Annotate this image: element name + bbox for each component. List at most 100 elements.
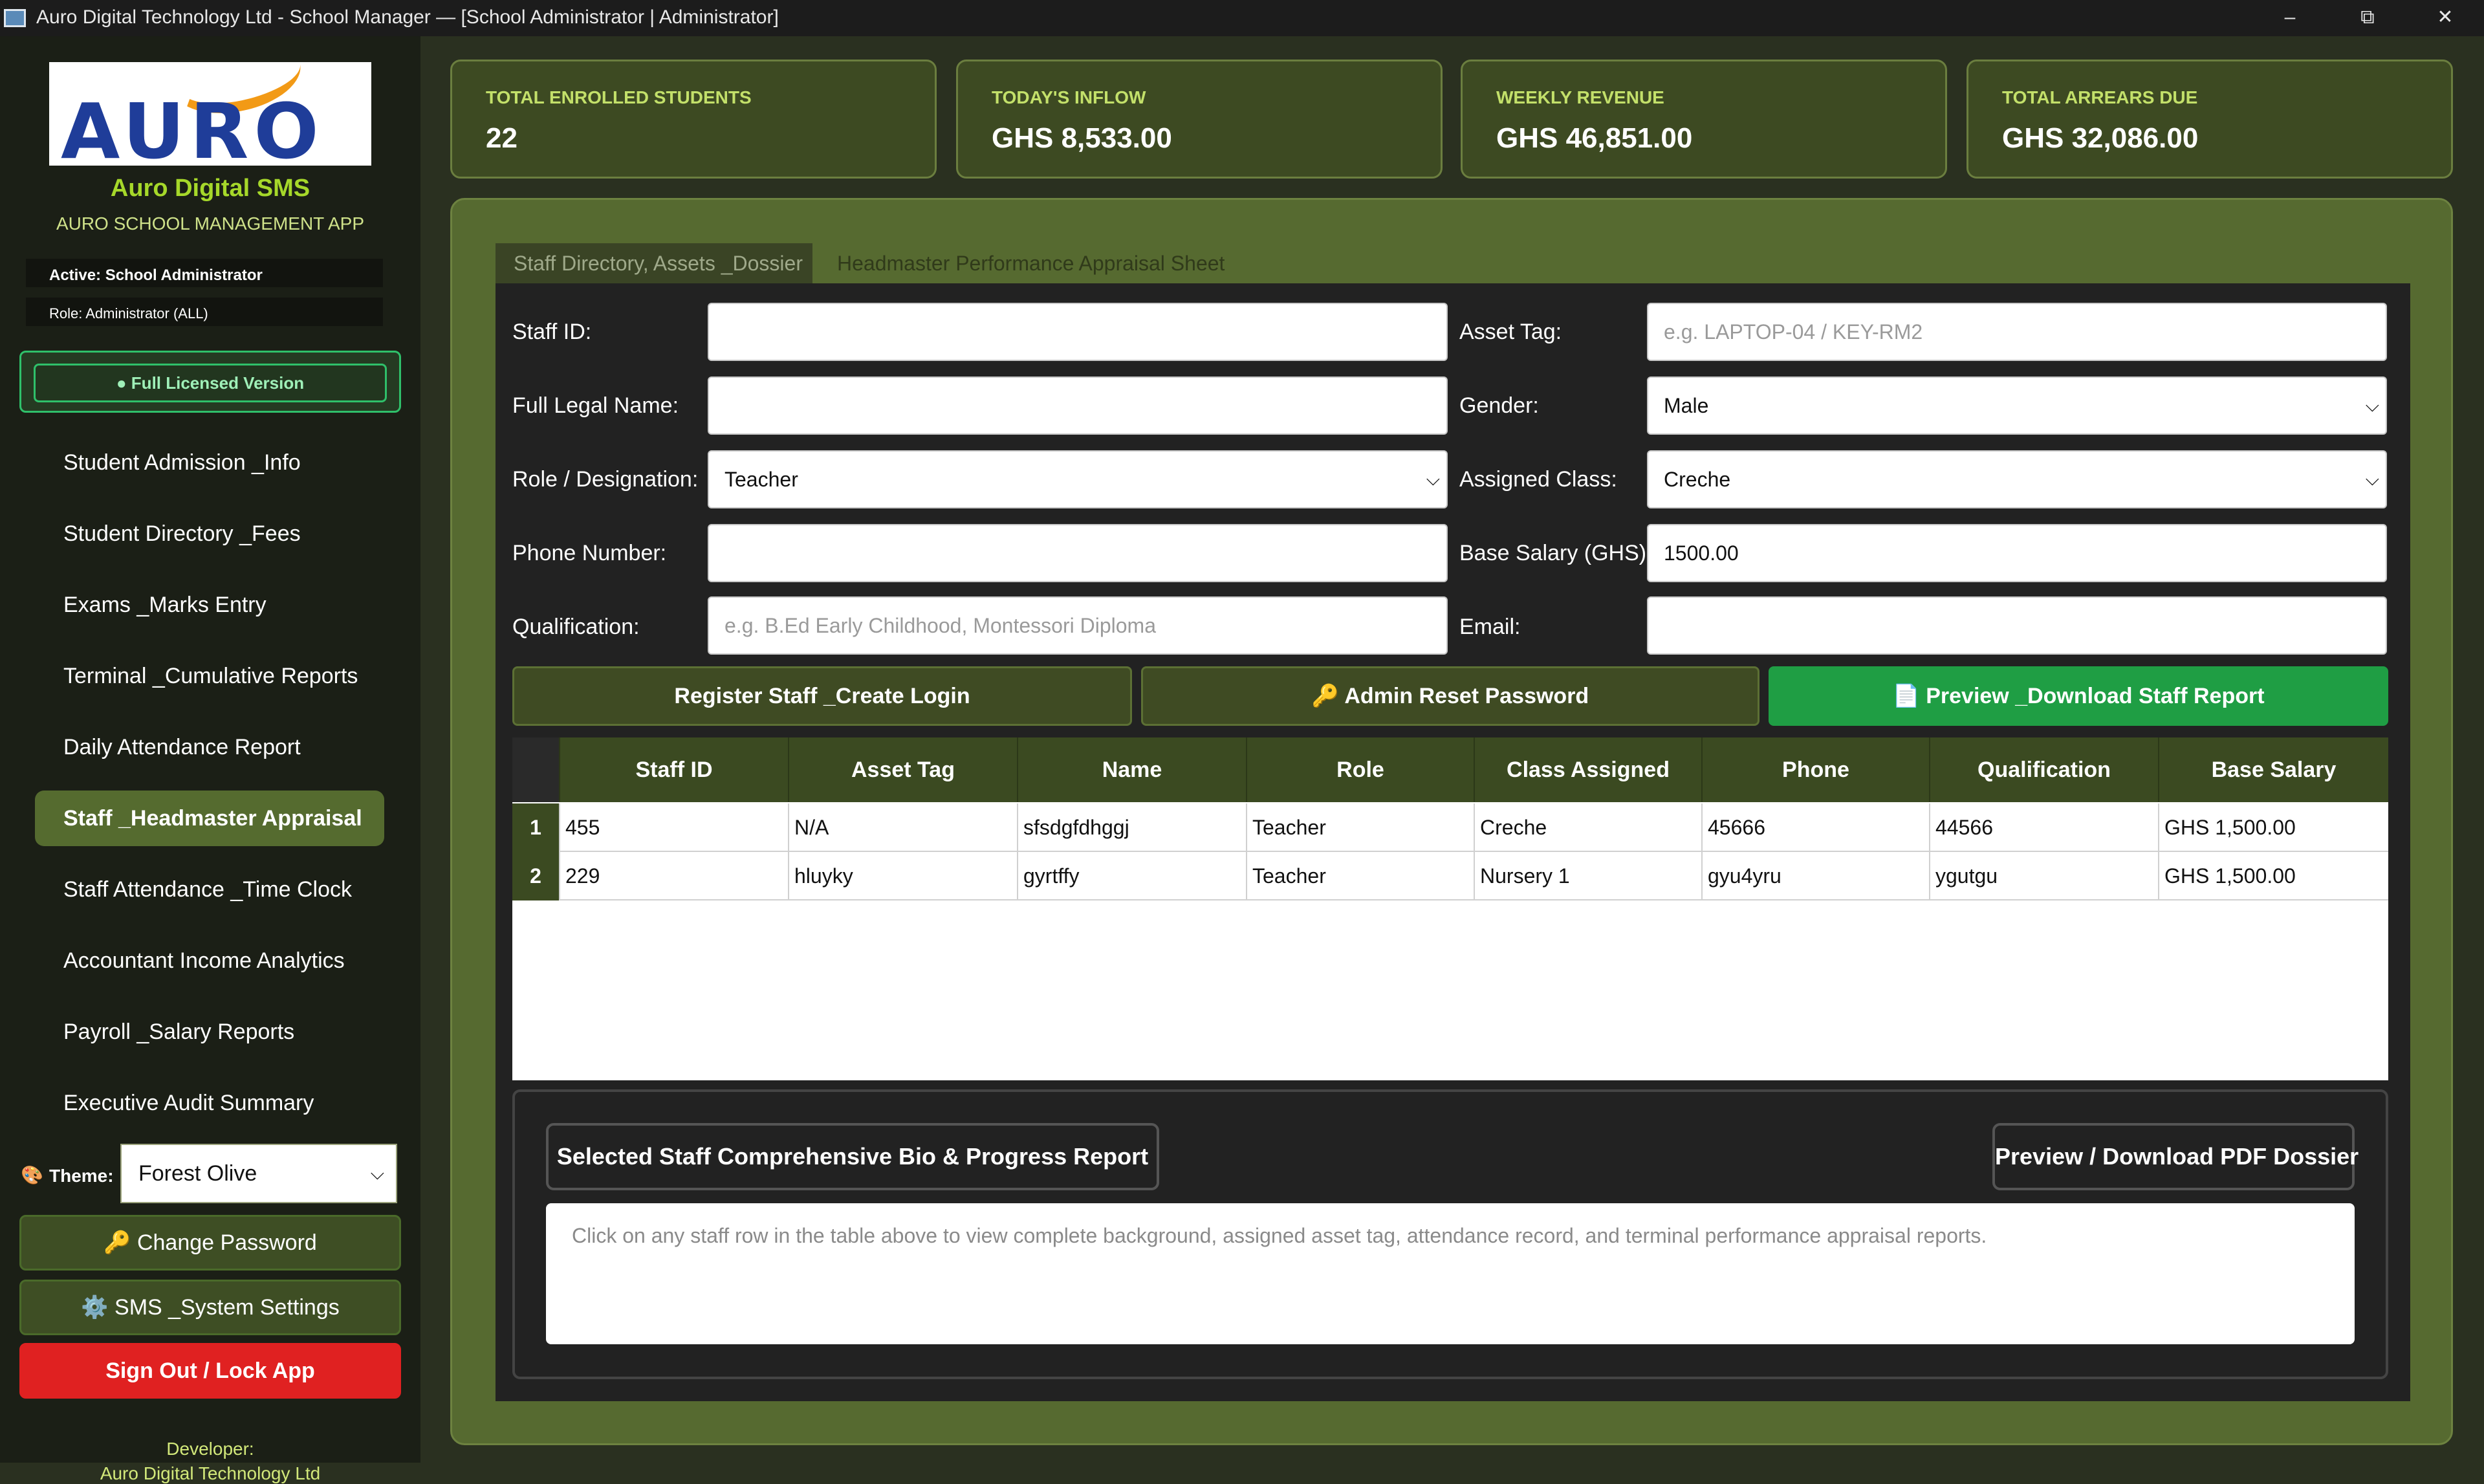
tab-staff-directory[interactable]: Staff Directory, Assets _Dossier [496, 243, 812, 283]
tab-headmaster-appraisal[interactable]: Headmaster Performance Appraisal Sheet [819, 243, 1238, 283]
phone-input[interactable] [708, 524, 1448, 582]
row-number[interactable]: 2 [512, 852, 559, 900]
sidebar-item-audit-summary[interactable]: Executive Audit Summary [35, 1075, 384, 1131]
asset-tag-input[interactable]: e.g. LAPTOP-04 / KEY-RM2 [1647, 303, 2387, 361]
row-number[interactable]: 1 [512, 803, 559, 852]
table-cell[interactable]: Nursery 1 [1474, 852, 1701, 900]
full-name-label: Full Legal Name: [512, 393, 679, 418]
stat-card-weekly-revenue: WEEKLY REVENUE GHS 46,851.00 [1461, 60, 1947, 179]
table-cell[interactable]: Creche [1474, 803, 1701, 852]
sidebar-item-daily-attendance[interactable]: Daily Attendance Report [35, 719, 384, 775]
stat-label: TOTAL ARREARS DUE [2002, 87, 2198, 107]
table-cell[interactable]: hluyky [788, 852, 1017, 900]
active-user-label: Active: School Administrator [26, 259, 383, 287]
stat-value: GHS 8,533.00 [992, 122, 1172, 154]
column-header-phone[interactable]: Phone [1701, 737, 1929, 802]
sidebar-item-student-admission[interactable]: Student Admission _Info [35, 435, 384, 490]
bio-report-text[interactable]: Click on any staff row in the table abov… [546, 1203, 2355, 1344]
close-icon[interactable]: ✕ [2415, 0, 2475, 36]
column-header-staff-id[interactable]: Staff ID [559, 737, 788, 802]
email-input[interactable] [1647, 596, 2387, 655]
stat-label: WEEKLY REVENUE [1496, 87, 1664, 107]
stat-card-arrears: TOTAL ARREARS DUE GHS 32,086.00 [1966, 60, 2453, 179]
staff-id-label: Staff ID: [512, 320, 592, 344]
column-header-class-assigned[interactable]: Class Assigned [1474, 737, 1701, 802]
chevron-down-icon: ⌵ [2365, 469, 2379, 489]
table-cell[interactable]: Teacher [1246, 803, 1474, 852]
staff-id-input[interactable] [708, 303, 1448, 361]
license-badge: ● Full Licensed Version [34, 364, 387, 402]
qualification-label: Qualification: [512, 615, 640, 639]
stat-value: 22 [486, 122, 518, 154]
column-header-role[interactable]: Role [1246, 737, 1474, 802]
stat-value: GHS 32,086.00 [2002, 122, 2199, 154]
sidebar-item-terminal-reports[interactable]: Terminal _Cumulative Reports [35, 648, 384, 704]
table-corner [512, 737, 559, 802]
palette-icon: 🎨 [21, 1165, 43, 1185]
phone-label: Phone Number: [512, 541, 667, 565]
theme-select-value: Forest Olive [138, 1161, 257, 1186]
column-header-name[interactable]: Name [1017, 737, 1246, 802]
system-settings-button[interactable]: ⚙️ SMS _System Settings [19, 1280, 401, 1335]
theme-select[interactable]: Forest Olive ⌵ [120, 1144, 397, 1203]
minimize-icon[interactable]: – [2260, 0, 2320, 36]
sidebar-item-payroll[interactable]: Payroll _Salary Reports [35, 1004, 384, 1060]
sidebar-item-exams[interactable]: Exams _Marks Entry [35, 577, 384, 633]
register-staff-button[interactable]: Register Staff _Create Login [512, 666, 1132, 726]
role-select[interactable]: Teacher ⌵ [708, 450, 1448, 508]
maximize-icon[interactable]: ⧉ [2338, 0, 2397, 36]
auro-logo: AURO [49, 62, 371, 166]
email-label: Email: [1459, 615, 1521, 639]
column-header-qualification[interactable]: Qualification [1929, 737, 2158, 802]
stat-card-enrolled: TOTAL ENROLLED STUDENTS 22 [450, 60, 937, 179]
bio-report-title: Selected Staff Comprehensive Bio & Progr… [546, 1123, 1159, 1190]
sidebar-item-income-analytics[interactable]: Accountant Income Analytics [35, 933, 384, 988]
table-cell[interactable]: N/A [788, 803, 1017, 852]
column-header-asset-tag[interactable]: Asset Tag [788, 737, 1017, 802]
stat-value: GHS 46,851.00 [1496, 122, 1693, 154]
change-password-button[interactable]: 🔑 Change Password [19, 1215, 401, 1271]
table-cell[interactable]: 44566 [1929, 803, 2158, 852]
sign-out-button[interactable]: Sign Out / Lock App [19, 1343, 401, 1399]
base-salary-input[interactable]: 1500.00 [1647, 524, 2387, 582]
table-cell[interactable]: GHS 1,500.00 [2158, 803, 2388, 852]
sidebar-item-staff-attendance[interactable]: Staff Attendance _Time Clock [35, 862, 384, 917]
gender-select-value: Male [1664, 394, 1709, 417]
title-bar: Auro Digital Technology Ltd - School Man… [0, 0, 2484, 36]
chevron-down-icon: ⌵ [2365, 395, 2379, 415]
table-cell[interactable]: 229 [559, 852, 788, 900]
app-name: Auro Digital SMS [110, 175, 310, 202]
assigned-class-value: Creche [1664, 468, 1731, 491]
table-cell[interactable]: 45666 [1701, 803, 1929, 852]
stat-label: TOTAL ENROLLED STUDENTS [486, 87, 752, 107]
full-name-input[interactable] [708, 376, 1448, 435]
developer-label: Developer: [166, 1439, 254, 1459]
window-title: Auro Digital Technology Ltd - School Man… [36, 6, 779, 28]
table-cell[interactable]: sfsdgfdhggj [1017, 803, 1246, 852]
sidebar: AURO Auro Digital SMS AURO SCHOOL MANAGE… [0, 36, 420, 1483]
preview-staff-report-button[interactable]: 📄 Preview _Download Staff Report [1769, 666, 2388, 726]
app-subtitle: AURO SCHOOL MANAGEMENT APP [56, 213, 365, 234]
gender-select[interactable]: Male ⌵ [1647, 376, 2387, 435]
table-cell[interactable]: Teacher [1246, 852, 1474, 900]
stat-card-inflow: TODAY'S INFLOW GHS 8,533.00 [956, 60, 1443, 179]
sidebar-item-student-directory[interactable]: Student Directory _Fees [35, 506, 384, 562]
column-header-base-salary[interactable]: Base Salary [2158, 737, 2388, 802]
download-pdf-dossier-button[interactable]: Preview / Download PDF Dossier [1992, 1123, 2359, 1190]
assigned-class-select[interactable]: Creche ⌵ [1647, 450, 2387, 508]
admin-reset-password-button[interactable]: 🔑 Admin Reset Password [1141, 666, 1760, 726]
role-label: Role / Designation: [512, 467, 699, 492]
chevron-down-icon: ⌵ [370, 1163, 384, 1183]
theme-label: Theme: [49, 1166, 114, 1186]
qualification-input[interactable]: e.g. B.Ed Early Childhood, Montessori Di… [708, 596, 1448, 655]
table-cell[interactable]: ygutgu [1929, 852, 2158, 900]
role-select-value: Teacher [724, 468, 798, 491]
table-cell[interactable]: GHS 1,500.00 [2158, 852, 2388, 900]
table-cell[interactable]: gyu4yru [1701, 852, 1929, 900]
table-cell[interactable]: gyrtffy [1017, 852, 1246, 900]
user-role-label: Role: Administrator (ALL) [26, 298, 383, 326]
table-cell[interactable]: 455 [559, 803, 788, 852]
stat-label: TODAY'S INFLOW [992, 87, 1146, 107]
chevron-down-icon: ⌵ [1426, 469, 1440, 489]
sidebar-item-staff-appraisal[interactable]: Staff _Headmaster Appraisal [35, 791, 384, 846]
